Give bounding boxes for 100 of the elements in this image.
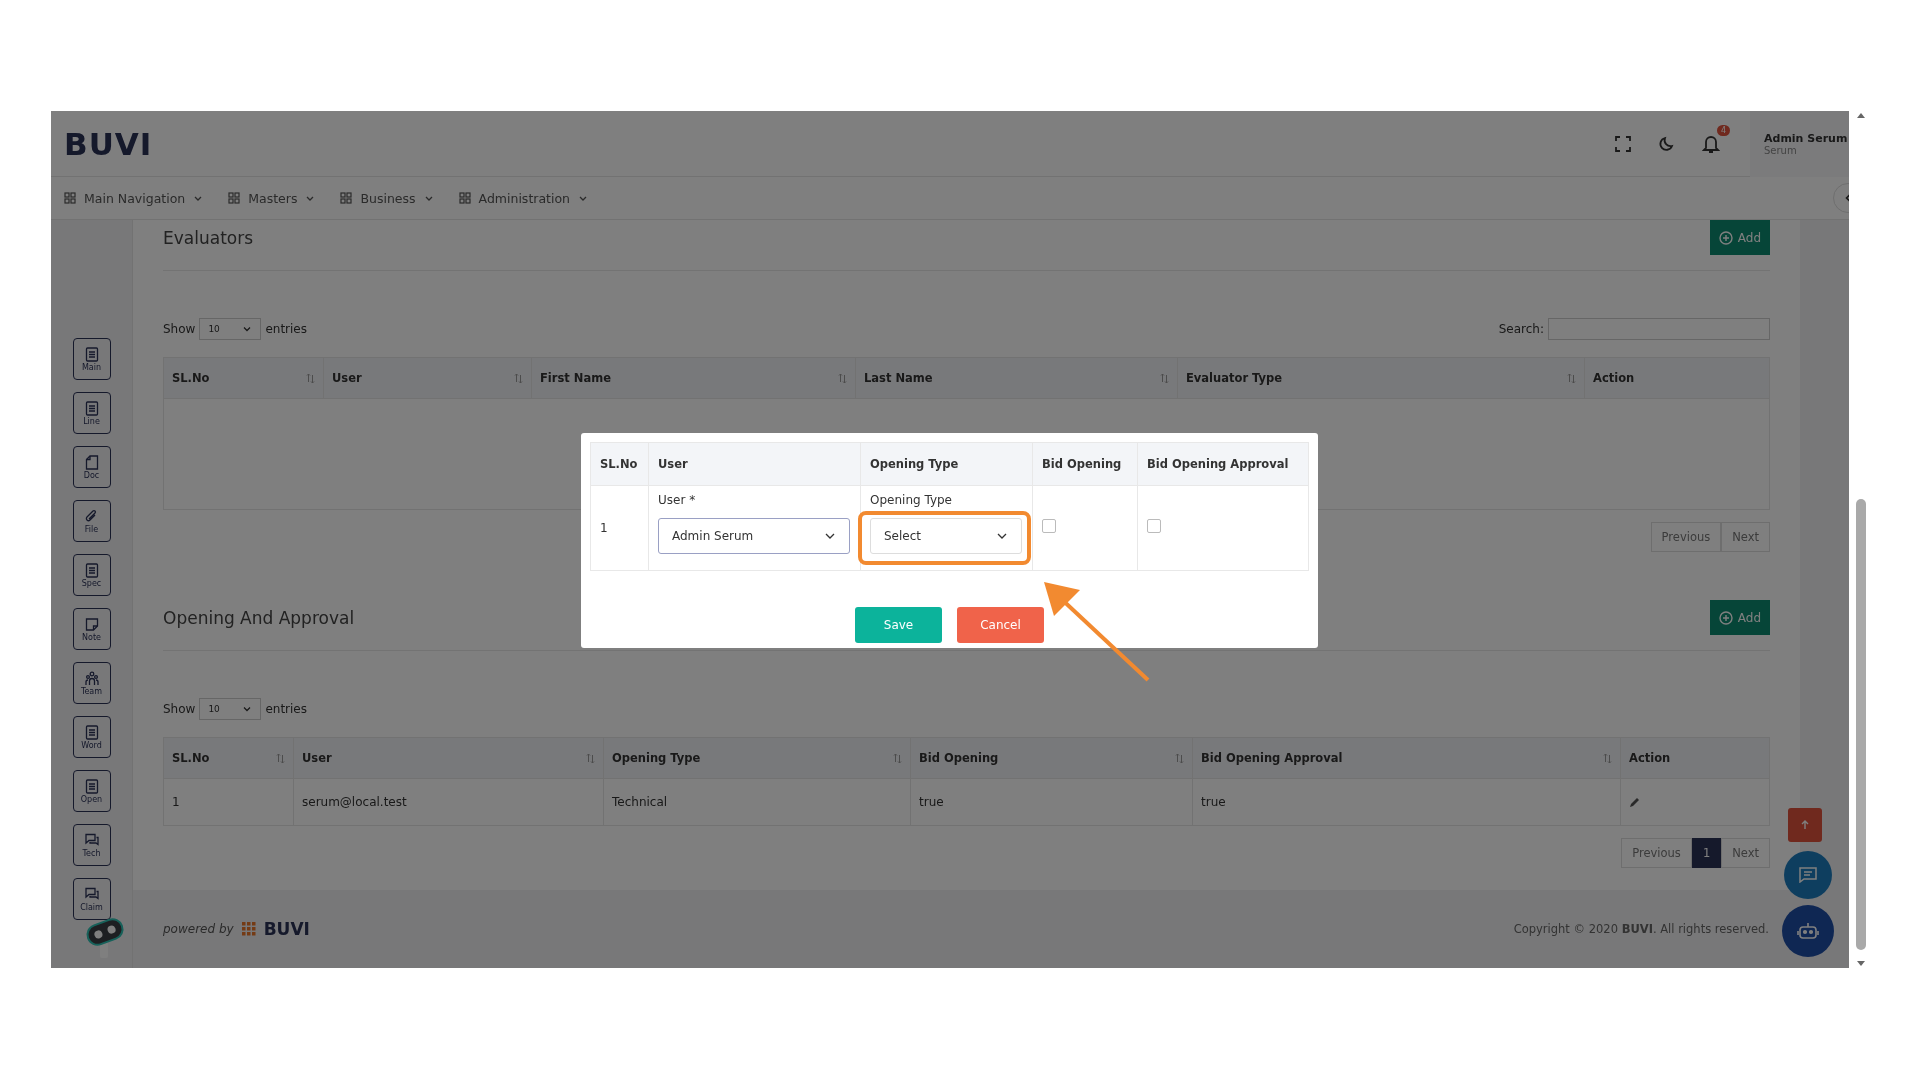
edit-icon[interactable] xyxy=(1629,796,1641,808)
sidebar-button[interactable]: Main xyxy=(72,338,111,380)
opening-type-select[interactable]: Select xyxy=(870,518,1022,554)
sort-icon xyxy=(1567,372,1576,384)
chevron-down-icon xyxy=(242,324,253,334)
column-header[interactable]: Evaluator Type xyxy=(1178,358,1585,398)
sidebar-button[interactable]: Doc xyxy=(72,446,111,488)
speech-bubbles-icon xyxy=(84,832,99,848)
column-header[interactable]: User xyxy=(324,358,532,398)
column-header: User xyxy=(649,443,861,485)
section-title: Opening And Approval xyxy=(163,608,355,628)
speech-bubbles-icon xyxy=(84,886,99,902)
column-header[interactable]: SL.No xyxy=(164,738,294,778)
page-size-select[interactable]: 10 xyxy=(199,318,262,340)
plus-icon xyxy=(1718,230,1733,245)
column-header[interactable]: SL.No xyxy=(164,358,324,398)
bell-icon[interactable] xyxy=(1702,133,1720,154)
sidebar-button[interactable]: Spec xyxy=(72,554,111,596)
sidebar-button[interactable]: Team xyxy=(72,662,111,704)
table-cell: 1 xyxy=(600,521,608,535)
grid-icon xyxy=(458,192,471,204)
column-header[interactable]: Action xyxy=(1621,738,1769,778)
sort-icon xyxy=(1175,752,1184,764)
fullscreen-icon[interactable] xyxy=(1614,134,1632,153)
table-cell: true xyxy=(919,795,944,809)
sort-icon xyxy=(306,372,315,384)
powered-by-label: powered by xyxy=(163,922,234,936)
sort-icon xyxy=(514,372,523,384)
chatbot-button[interactable] xyxy=(1782,905,1834,957)
sort-icon xyxy=(838,372,847,384)
column-header: Bid Opening xyxy=(1033,443,1138,485)
document-icon xyxy=(84,778,99,794)
section-title: Evaluators xyxy=(163,228,254,248)
sidebar-button[interactable]: Note xyxy=(72,608,111,650)
copyright-text: Copyright © 2020 BUVI. All rights reserved. xyxy=(1513,922,1769,936)
chat-button[interactable] xyxy=(1784,851,1832,899)
sidebar-button[interactable]: File xyxy=(72,500,111,542)
page-button[interactable]: 1 xyxy=(1691,838,1722,868)
grid-icon xyxy=(228,192,241,204)
paperclip-icon xyxy=(84,508,99,524)
previous-button[interactable]: Previous xyxy=(1621,838,1692,868)
sidebar-button[interactable]: Open xyxy=(72,770,111,812)
table-cell: Technical xyxy=(612,795,668,809)
sort-icon xyxy=(586,752,595,764)
robot-icon xyxy=(1797,921,1819,941)
previous-button[interactable]: Previous xyxy=(1650,522,1722,552)
sidebar-button[interactable]: Tech xyxy=(72,824,111,866)
nav-menu-item[interactable]: Business xyxy=(340,190,434,206)
column-header: SL.No xyxy=(591,443,649,485)
nav-menu-item[interactable]: Masters xyxy=(228,190,316,206)
field-label: Opening Type xyxy=(870,493,952,507)
logo-icon xyxy=(241,922,256,936)
search-field[interactable] xyxy=(1548,318,1770,340)
entries-label: entries xyxy=(265,322,307,336)
column-header[interactable]: Action xyxy=(1585,358,1769,398)
table-cell: true xyxy=(1201,795,1226,809)
column-header[interactable]: Opening Type xyxy=(604,738,911,778)
save-button[interactable]: Save xyxy=(855,607,942,643)
document-icon xyxy=(84,400,99,416)
sidebar-button[interactable]: Word xyxy=(72,716,111,758)
scroll-down-icon[interactable] xyxy=(1856,960,1866,968)
plus-icon xyxy=(1718,610,1733,625)
scrollbar-thumb[interactable] xyxy=(1856,499,1866,950)
checkbox[interactable] xyxy=(1042,519,1056,533)
scroll-up-icon[interactable] xyxy=(1856,111,1866,119)
sidebar-button[interactable]: Claim xyxy=(72,878,111,920)
table-cell: 1 xyxy=(172,795,180,809)
show-label: Show xyxy=(163,702,196,716)
next-button[interactable]: Next xyxy=(1721,838,1770,868)
column-header[interactable]: Last Name xyxy=(856,358,1178,398)
checkbox[interactable] xyxy=(1147,519,1161,533)
sidebar-button[interactable]: Line xyxy=(72,392,111,434)
scroll-top-button[interactable] xyxy=(1788,808,1822,842)
logo[interactable]: BUVI xyxy=(64,125,153,162)
column-header[interactable]: Bid Opening Approval xyxy=(1193,738,1621,778)
next-button[interactable]: Next xyxy=(1721,522,1770,552)
note-icon xyxy=(84,616,99,632)
chat-icon xyxy=(1799,867,1817,883)
moon-icon[interactable] xyxy=(1658,134,1676,153)
show-label: Show xyxy=(163,322,196,336)
sort-icon xyxy=(1160,372,1169,384)
nav-menu-item[interactable]: Administration xyxy=(458,190,589,206)
table-cell: serum@local.test xyxy=(302,795,407,809)
grid-icon xyxy=(340,192,353,204)
field-label: User * xyxy=(658,493,696,507)
sort-icon xyxy=(276,752,285,764)
column-header[interactable]: First Name xyxy=(532,358,856,398)
column-header[interactable]: Bid Opening xyxy=(911,738,1193,778)
people-icon xyxy=(84,670,99,686)
column-header[interactable]: User xyxy=(294,738,604,778)
nav-menu-item[interactable]: Main Navigation xyxy=(64,190,204,206)
document-icon xyxy=(84,724,99,740)
add-button[interactable]: Add xyxy=(1709,600,1770,635)
grid-icon xyxy=(64,192,76,204)
page-size-select[interactable]: 10 xyxy=(199,698,262,720)
sort-icon xyxy=(1603,752,1612,764)
add-button[interactable]: Add xyxy=(1709,220,1770,255)
user-select[interactable]: Admin Serum xyxy=(658,518,850,554)
search-label: Search: xyxy=(1498,322,1544,336)
cancel-button[interactable]: Cancel xyxy=(957,607,1044,643)
